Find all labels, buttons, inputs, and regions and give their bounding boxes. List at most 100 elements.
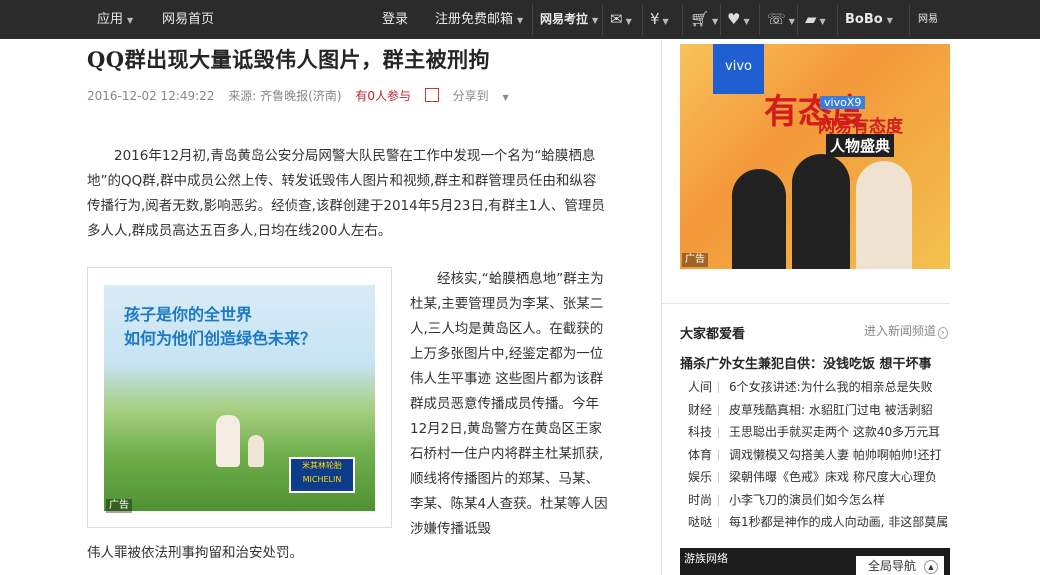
chevron-down-icon: ▼ xyxy=(743,17,750,26)
phone-icon: ☏ xyxy=(767,10,786,28)
divider xyxy=(718,382,719,393)
global-nav-button[interactable]: 全局导航 ▲ xyxy=(856,556,944,575)
divider xyxy=(759,4,760,35)
ad-tag: 广告 xyxy=(682,253,708,267)
list-item[interactable]: 财经 皮草残酷真相: 水貂肛门过电 被活剥貂 xyxy=(680,399,955,422)
apps-menu[interactable]: 应用 ▼ xyxy=(97,0,133,39)
home-link[interactable]: 网易首页 xyxy=(162,0,214,39)
divider xyxy=(909,4,910,35)
chevron-down-icon: ▼ xyxy=(662,17,669,26)
item-category[interactable]: 体育 xyxy=(680,444,718,467)
inline-ad[interactable]: 孩子是你的全世界 如何为他们创造绿色未来？ 米其林轮胎 MICHELIN 广告 xyxy=(87,267,392,528)
item-title[interactable]: 梁朝伟曝《色戒》床戏 称尺度大心理负 xyxy=(729,470,937,484)
participants-link[interactable]: 有0人参与 xyxy=(355,89,411,103)
item-category[interactable]: 科技 xyxy=(680,421,718,444)
item-title[interactable]: 小李飞刀的演员们如今怎么样 xyxy=(729,493,885,507)
chevron-down-icon: ▼ xyxy=(819,17,826,26)
chevron-down-icon: ▼ xyxy=(592,16,599,25)
michelin-logo: 米其林轮胎 MICHELIN xyxy=(289,457,355,493)
list-item[interactable]: 科技 王思聪出手就买走两个 这款40多万元耳 xyxy=(680,421,955,444)
yen-icon: ¥ xyxy=(650,10,660,28)
list-item[interactable]: 体育 调戏懒模又勾搭美人妻 帕帅啊帕帅!还打 xyxy=(680,444,955,467)
game-logo: 游族网络 xyxy=(684,552,728,565)
favorites-menu[interactable]: ♥ ▼ xyxy=(727,0,750,39)
popular-headline[interactable]: 捅杀广外女生兼犯自供：没钱吃饭 想干坏事 xyxy=(680,353,932,372)
chevron-down-icon: ▼ xyxy=(886,16,893,25)
person-figure xyxy=(856,161,912,269)
article-paragraph: 经核实,“蛤膜栖息地”群主为杜某,主要管理员为李某、张某二人,三人均是黄岛区人。… xyxy=(410,271,608,537)
item-category[interactable]: 哒哒 xyxy=(680,511,718,534)
news-channel-link[interactable]: 进入新闻频道 › xyxy=(864,322,948,339)
kaola-menu[interactable]: 网易考拉 ▼ xyxy=(540,0,598,39)
ad-model: vivoX9 xyxy=(820,96,866,109)
sidebar-ad[interactable]: vivo 有态度 vivoX9 网易有态度 人物盛典 广告 xyxy=(680,44,950,269)
chevron-down-icon: ▼ xyxy=(502,93,509,102)
list-item[interactable]: 娱乐 梁朝伟曝《色戒》床戏 称尺度大心理负 xyxy=(680,466,955,489)
publish-time: 2016-12-02 12:49:22 xyxy=(87,89,215,103)
item-category[interactable]: 娱乐 xyxy=(680,466,718,489)
item-title[interactable]: 6个女孩讲述:为什么我的相亲总是失败 xyxy=(729,380,933,394)
ad-image: 孩子是你的全世界 如何为他们创造绿色未来？ 米其林轮胎 MICHELIN xyxy=(104,285,375,511)
global-nav-label: 全局导航 xyxy=(868,559,917,573)
item-title[interactable]: 调戏懒模又勾搭美人妻 帕帅啊帕帅!还打 xyxy=(729,448,942,462)
person-figure xyxy=(732,169,786,269)
chat-icon: ▰ xyxy=(805,10,817,28)
popular-list: 人间 6个女孩讲述:为什么我的相亲总是失败 财经 皮草残酷真相: 水貂肛门过电 被活… xyxy=(680,376,955,534)
cart-menu[interactable]: 🛒︎ ▼ xyxy=(690,0,718,39)
kaola-label: 网易考拉 xyxy=(540,12,589,26)
bobo-menu[interactable]: BoBo ▼ xyxy=(845,0,893,39)
ad-tag: 广告 xyxy=(106,499,132,513)
item-category[interactable]: 时尚 xyxy=(680,489,718,512)
divider xyxy=(718,494,719,506)
article-meta: 2016-12-02 12:49:22 来源: 齐鲁晚报(济南) 有0人参与 分… xyxy=(87,86,529,104)
finance-menu[interactable]: ¥ ▼ xyxy=(650,0,669,39)
top-navbar: 应用 ▼ 网易首页 登录 注册免费邮箱 ▼ 网易考拉 ▼ ✉ ▼ ¥ ▼ 🛒︎ ▼ ♥ ▼ ☏… xyxy=(0,0,1040,39)
divider xyxy=(532,4,533,35)
divider xyxy=(642,4,643,35)
news-channel-label: 进入新闻频道 xyxy=(864,324,937,338)
chevron-up-icon: ▲ xyxy=(924,560,938,574)
bobo-label: BoBo xyxy=(845,12,883,27)
register-label: 注册免费邮箱 xyxy=(435,12,514,27)
login-link[interactable]: 登录 xyxy=(382,0,408,39)
apps-label: 应用 xyxy=(97,12,124,27)
register-mail-menu[interactable]: 注册免费邮箱 ▼ xyxy=(435,0,523,39)
divider xyxy=(682,4,683,35)
edit-icon[interactable] xyxy=(424,88,439,102)
ad-headline: 孩子是你的全世界 如何为他们创造绿色未来？ xyxy=(124,303,316,351)
list-item[interactable]: 时尚 小李飞刀的演员们如今怎么样 xyxy=(680,489,955,512)
chat-menu[interactable]: ▰ ▼ xyxy=(805,0,826,39)
game-ad-banner[interactable]: 游族网络 全局导航 ▲ xyxy=(680,548,950,575)
arrow-right-icon: › xyxy=(938,327,948,339)
mail-icon: ✉ xyxy=(610,10,623,28)
item-title[interactable]: 王思聪出手就买走两个 这款40多万元耳 xyxy=(729,425,940,439)
popular-title: 大家都爱看 xyxy=(680,327,746,342)
person-figure xyxy=(792,154,850,269)
section-divider xyxy=(661,303,950,304)
divider xyxy=(720,4,721,35)
item-category[interactable]: 财经 xyxy=(680,399,718,422)
divider xyxy=(718,427,719,438)
cart-icon: 🛒︎ xyxy=(690,10,710,28)
item-title[interactable]: 皮草残酷真相: 水貂肛门过电 被活剥貂 xyxy=(729,403,933,417)
article-source[interactable]: 来源: 齐鲁晚报(济南) xyxy=(228,89,341,103)
item-category[interactable]: 人间 xyxy=(680,376,718,399)
child-figure xyxy=(216,415,240,467)
vivo-logo: vivo xyxy=(713,44,764,94)
chevron-down-icon: ▼ xyxy=(127,16,134,25)
netease-app-link[interactable]: 网易 xyxy=(918,0,938,39)
divider xyxy=(718,449,719,461)
child-figure xyxy=(248,435,264,467)
article-paragraph: 2016年12月初,青岛黄岛公安分局网警大队民警在工作中发现一个名为“蛤膜栖息地… xyxy=(87,148,605,239)
ad-line1: 孩子是你的全世界 xyxy=(124,305,253,324)
share-menu[interactable]: 分享到 ▼ xyxy=(453,89,519,103)
list-item[interactable]: 人间 6个女孩讲述:为什么我的相亲总是失败 xyxy=(680,376,955,399)
ad-line2: 如何为他们创造绿色未来？ xyxy=(124,329,317,348)
chevron-down-icon: ▼ xyxy=(517,16,524,25)
item-title[interactable]: 每1秒都是神作的成人向动画, 非这部莫属 xyxy=(729,515,948,529)
mail-menu[interactable]: ✉ ▼ xyxy=(610,0,632,39)
phone-menu[interactable]: ☏ ▼ xyxy=(767,0,795,39)
divider xyxy=(718,472,719,483)
ad-sub: 人物盛典 xyxy=(826,134,895,157)
list-item[interactable]: 哒哒 每1秒都是神作的成人向动画, 非这部莫属 xyxy=(680,511,955,534)
